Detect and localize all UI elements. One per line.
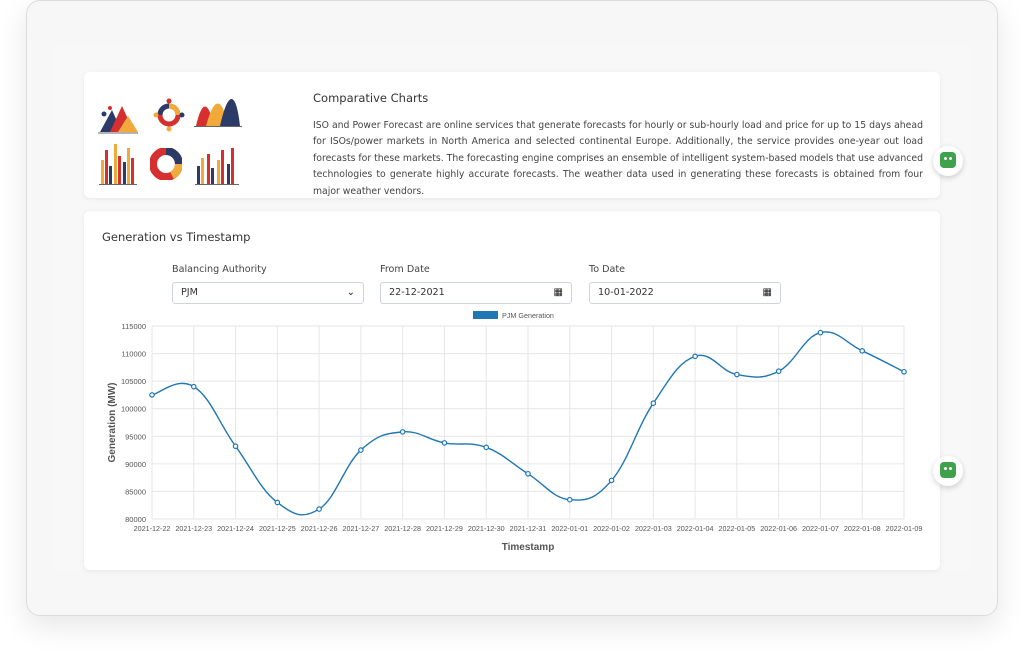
x-axis-label: Timestamp [502,542,555,553]
x-tick-label: 2022-01-04 [677,524,714,533]
data-point [817,329,824,336]
bot-icon [940,152,956,168]
data-point [692,353,698,360]
generation-line-chart: 80000 85000 90000 95000 100000 105000 110000 11… [107,311,923,553]
data-point [358,447,364,453]
data-point [232,443,239,450]
x-tick-label: 2022-01-01 [551,524,588,533]
pie-chart-icon [150,148,182,180]
data-point [734,371,740,378]
intro-title: Comparative Charts [313,91,429,105]
intro-card: Comparative Charts ISO and Power Forecas… [84,72,940,198]
x-tick-label: 2022-01-02 [593,524,630,533]
chart-thumbnails [98,88,243,188]
data-point [901,368,907,375]
x-tick-label: 2021-12-24 [217,524,254,533]
donut-dots-icon [153,98,185,132]
x-tick-label: 2021-12-29 [426,524,463,533]
x-tick-label: 2021-12-27 [342,524,379,533]
y-tick-label: 115000 [122,322,146,331]
data-point [316,506,322,512]
data-point [149,392,155,398]
x-tick-label: 2021-12-26 [301,524,338,533]
y-tick-label: 110000 [122,350,146,359]
grouped-bar-icon [195,148,239,185]
mountain-chart-icon [98,106,138,134]
chatbot-button[interactable] [933,456,963,486]
y-tick-label: 105000 [121,377,146,386]
data-point [190,383,197,390]
y-tick-label: 85000 [125,487,146,496]
x-tick-label: 2022-01-05 [718,524,755,533]
x-tick-label: 2021-12-31 [510,524,547,533]
data-point [483,444,490,451]
data-point [608,477,615,484]
data-point [441,440,448,446]
x-tick-label: 2021-12-22 [134,524,171,533]
data-point [274,499,281,506]
x-tick-label: 2021-12-30 [468,524,505,533]
data-point [650,400,657,407]
y-tick-label: 80000 [125,515,146,524]
data-point [566,496,573,503]
data-point [399,429,406,435]
data-point [525,470,531,477]
legend-swatch [473,311,498,319]
x-tick-label: 2022-01-08 [844,524,881,533]
bar-chart-icon [99,144,137,185]
bot-icon [940,462,956,478]
x-tick-label: 2022-01-03 [635,524,672,533]
y-tick-label: 100000 [121,405,146,414]
x-tick-label: 2022-01-07 [802,524,839,533]
x-tick-label: 2021-12-28 [384,524,421,533]
chatbot-button[interactable] [933,146,963,176]
y-tick-label: 95000 [125,432,146,441]
data-point [775,368,782,375]
generation-card: Generation vs Timestamp Balancing Author… [84,211,940,570]
x-tick-label: 2021-12-23 [175,524,212,533]
x-tick-label: 2022-01-06 [760,524,797,533]
x-tick-label: 2021-12-25 [259,524,296,533]
legend-label: PJM Generation [502,311,554,320]
data-point [859,348,866,354]
x-tick-label: 2022-01-09 [886,524,923,533]
y-tick-label: 90000 [125,460,146,469]
y-axis-label: Generation (MW) [107,383,118,463]
area-chart-icon [194,99,242,127]
intro-description: ISO and Power Forecast are online servic… [313,120,923,197]
